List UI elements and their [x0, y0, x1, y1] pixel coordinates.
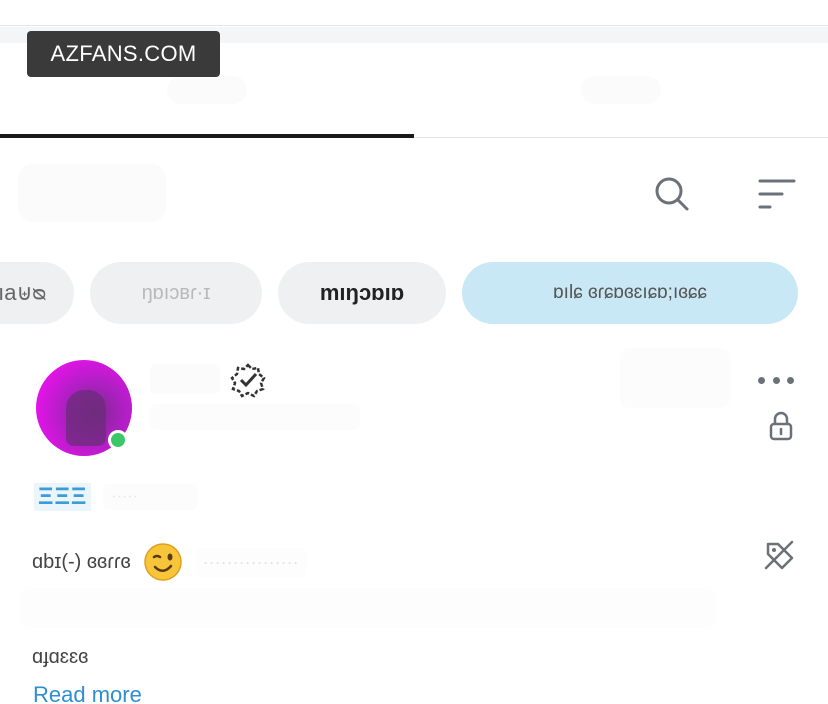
- top-bar: [0, 0, 828, 26]
- list-title: [18, 164, 166, 222]
- lock-icon: [769, 411, 793, 441]
- read-more-link[interactable]: Read more: [33, 682, 142, 704]
- price-row: ΞΞΞ ·····: [34, 482, 198, 512]
- price-detail: ·····: [103, 484, 198, 510]
- bio-text-line: ɑɟɑɛɛɞ: [32, 646, 89, 668]
- search-icon: [655, 177, 689, 211]
- dot-icon: [772, 376, 780, 384]
- chip-2[interactable]: ŋɒıɔʙɾ·ɪ: [90, 262, 262, 324]
- tab-first-label: [167, 76, 247, 104]
- chip-3[interactable]: mıŋɔɒıɒ: [278, 262, 446, 324]
- profile-card: ΞΞΞ ····· ɑbɪ(-) ɞɞɾɾɞ ················ …: [0, 340, 828, 704]
- filter-chips: ıa⊎ᴓ ŋɒıɔʙɾ·ɪ mıŋɔɒıɒ ɒılɕ ɞɾɕɒɞɛıɕɒ;ıɞɕ…: [0, 262, 798, 326]
- search-button[interactable]: [648, 170, 696, 218]
- online-status-dot: [108, 430, 128, 450]
- profile-name[interactable]: [150, 364, 220, 394]
- profile-handle: [150, 404, 360, 430]
- tag-off-icon[interactable]: [762, 538, 796, 572]
- winking-face-emoji: [143, 543, 182, 581]
- sort-button[interactable]: [752, 170, 800, 218]
- bio-blurred-line: [20, 588, 716, 628]
- bio-row: ɑbɪ(-) ɞɞɾɾɞ ················: [32, 540, 307, 584]
- avatar-photo: [66, 390, 106, 446]
- verified-badge-icon: [230, 363, 266, 398]
- chip-4-active[interactable]: ɒılɕ ɞɾɕɒɞɛıɕɒ;ıɞɕɕ: [462, 262, 798, 324]
- dot-icon: [758, 376, 765, 384]
- watermark: AZFANS.COM: [27, 31, 220, 77]
- chip-1[interactable]: ıa⊎ᴓ: [0, 262, 74, 324]
- sort-lines-icon: [758, 179, 796, 209]
- price-tag: ΞΞΞ: [34, 483, 92, 511]
- list-header: [0, 150, 828, 240]
- tab-second[interactable]: [414, 43, 828, 137]
- dot-icon: [787, 376, 794, 384]
- tab-second-label: [581, 76, 661, 104]
- bio-detail: ················: [194, 547, 307, 577]
- more-options-button[interactable]: [754, 368, 798, 392]
- active-tab-indicator: [0, 134, 414, 138]
- blurred-area: [620, 348, 730, 408]
- bio-text: ɑbɪ(-) ɞɞɾɾɞ: [32, 550, 131, 573]
